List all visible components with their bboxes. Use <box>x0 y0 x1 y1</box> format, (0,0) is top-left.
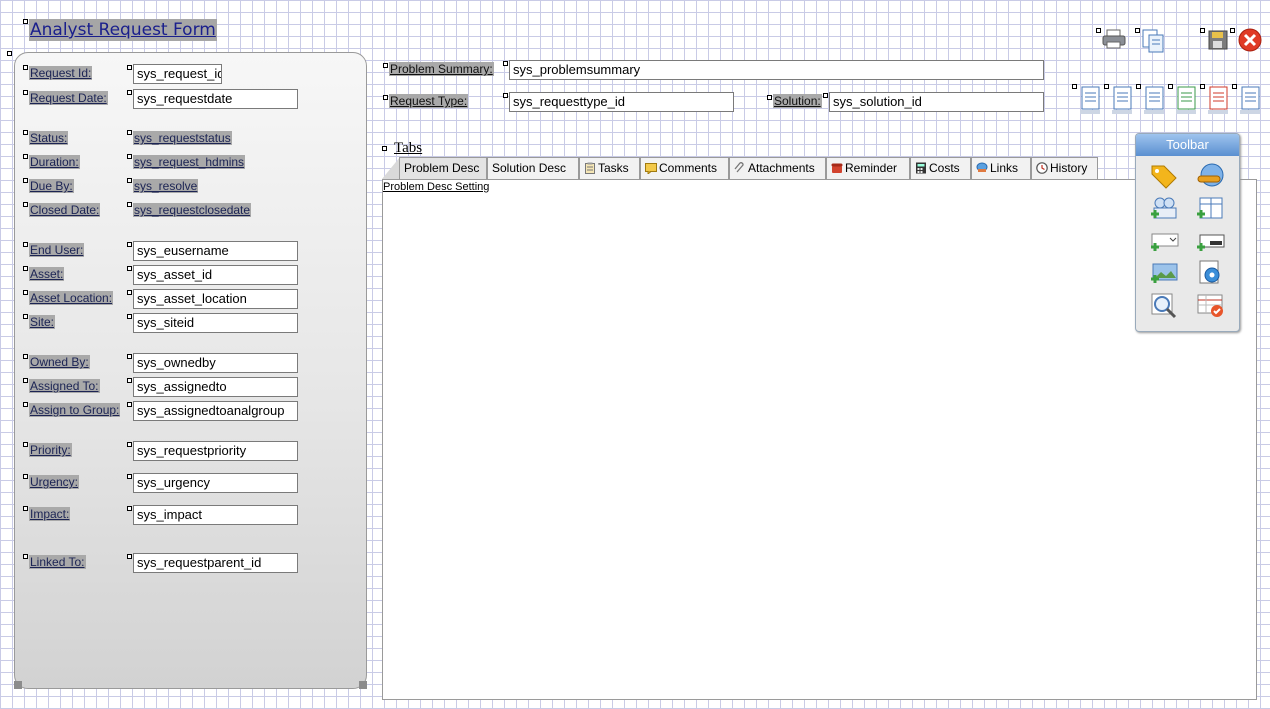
field-input[interactable]: sys_asset_id <box>133 265 298 285</box>
clipboard-icon <box>584 161 598 175</box>
field-label: End User: <box>29 243 85 257</box>
link-icon <box>976 161 990 175</box>
field-label: Assign to Group: <box>29 403 121 417</box>
grid-check-icon[interactable] <box>1194 291 1228 319</box>
problem-desc-setting-link[interactable]: Problem Desc Setting <box>383 181 489 193</box>
doc-blue-icon[interactable] <box>1078 84 1104 119</box>
tab-label: Links <box>990 161 1019 175</box>
field-label: Priority: <box>29 443 72 457</box>
tab-content-area: Problem Desc Setting <box>382 179 1257 700</box>
doc-refresh-icon[interactable] <box>1238 84 1264 119</box>
solution-label: Solution: <box>773 94 822 108</box>
field-label: Duration: <box>29 155 80 169</box>
globe-icon[interactable] <box>1194 162 1228 190</box>
field-label: Assigned To: <box>29 379 100 393</box>
tab-tasks[interactable]: Tasks <box>579 157 640 179</box>
close-icon[interactable] <box>1238 28 1262 55</box>
field-label: Status: <box>29 131 69 145</box>
add-dropdown-icon[interactable] <box>1148 227 1182 255</box>
tab-label: Solution Desc <box>492 161 567 175</box>
tab-label: Problem Desc <box>404 161 480 175</box>
tab-label: Tasks <box>598 161 629 175</box>
field-input[interactable]: sys_impact <box>133 505 298 525</box>
search-zoom-icon[interactable] <box>1148 291 1182 319</box>
solution-field[interactable]: sys_solution_id <box>829 92 1044 112</box>
field-label: Site: <box>29 315 56 329</box>
field-input[interactable]: sys_ownedby <box>133 353 298 373</box>
field-label: Owned By: <box>29 355 90 369</box>
field-value: sys_resolve <box>133 179 199 193</box>
tab-links[interactable]: Links <box>971 157 1031 179</box>
tabs-heading: Tabs <box>394 140 423 156</box>
add-group-icon[interactable] <box>1148 194 1182 222</box>
toolbar-title: Toolbar <box>1136 134 1239 156</box>
tab-reminder[interactable]: Reminder <box>826 157 910 179</box>
field-input[interactable]: sys_requestparent_id <box>133 553 298 573</box>
copy-form-icon[interactable] <box>1141 28 1167 57</box>
doc-red-icon[interactable] <box>1206 84 1232 119</box>
field-label: Request Date: <box>29 91 108 105</box>
doc-blue-3-icon[interactable] <box>1142 84 1168 119</box>
field-label: Linked To: <box>29 555 86 569</box>
field-label: Request Id: <box>29 66 93 80</box>
tab-comments[interactable]: Comments <box>640 157 729 179</box>
save-icon[interactable] <box>1206 28 1230 57</box>
field-value: sys_requestclosedate <box>133 203 252 217</box>
tab-label: Comments <box>659 161 718 175</box>
field-label: Closed Date: <box>29 203 101 217</box>
tab-costs[interactable]: Costs <box>910 157 971 179</box>
paperclip-icon <box>734 161 748 175</box>
doc-green-icon[interactable] <box>1174 84 1200 119</box>
tab-problem-desc[interactable]: Problem Desc <box>399 157 487 179</box>
field-input[interactable]: sys_assignedtoanalgroup <box>133 401 298 421</box>
tab-label: Attachments <box>748 161 815 175</box>
field-input[interactable]: sys_urgency <box>133 473 298 493</box>
tab-label: Reminder <box>845 161 898 175</box>
tab-history[interactable]: History <box>1031 157 1098 179</box>
clock-icon <box>1036 161 1050 175</box>
tab-solution-desc[interactable]: Solution Desc <box>487 157 579 179</box>
tab-attachments[interactable]: Attachments <box>729 157 826 179</box>
toolbar-panel: Toolbar <box>1135 133 1240 332</box>
add-image-icon[interactable] <box>1148 259 1182 287</box>
problem-summary-field[interactable]: sys_problemsummary <box>509 60 1044 80</box>
add-table-icon[interactable] <box>1194 194 1228 222</box>
tag-icon[interactable] <box>1148 162 1182 190</box>
add-field-icon[interactable] <box>1194 227 1228 255</box>
field-label: Urgency: <box>29 475 80 489</box>
field-input[interactable]: sys_requestdate <box>133 89 298 109</box>
phone-icon <box>831 161 845 175</box>
tabs-left-cap <box>382 157 400 179</box>
field-input[interactable]: sys_asset_location <box>133 289 298 309</box>
field-value: sys_requeststatus <box>133 131 232 145</box>
problem-summary-label: Problem Summary: <box>389 62 494 76</box>
comment-icon <box>645 161 659 175</box>
field-label: Due By: <box>29 179 74 193</box>
request-type-label: Request Type: <box>389 94 469 108</box>
field-input[interactable]: sys_siteid <box>133 313 298 333</box>
calculator-icon <box>915 161 929 175</box>
field-input[interactable]: sys_assignedto <box>133 377 298 397</box>
tab-label: History <box>1050 161 1088 175</box>
doc-blue-2-icon[interactable] <box>1110 84 1136 119</box>
field-input[interactable]: sys_requestpriority <box>133 441 298 461</box>
field-input[interactable]: sys_eusername <box>133 241 298 261</box>
field-value: sys_request_hdmins <box>133 155 246 169</box>
field-label: Asset: <box>29 267 65 281</box>
tab-label: Costs <box>929 161 960 175</box>
field-label: Asset Location: <box>29 291 114 305</box>
settings-gear-icon[interactable] <box>1194 259 1228 287</box>
print-icon[interactable] <box>1102 28 1126 53</box>
field-label: Impact: <box>29 507 71 521</box>
field-input[interactable]: sys_request_id <box>133 64 222 84</box>
request-type-field[interactable]: sys_requesttype_id <box>509 92 734 112</box>
form-title: Analyst Request Form <box>29 19 217 41</box>
